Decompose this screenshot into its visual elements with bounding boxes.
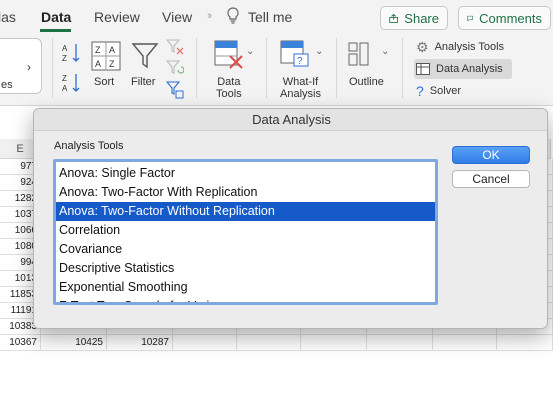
- tell-me-search[interactable]: Tell me: [248, 9, 292, 25]
- grid-cell[interactable]: [497, 335, 553, 351]
- share-label: Share: [404, 10, 439, 26]
- svg-text:Z: Z: [109, 59, 115, 69]
- grid-cell[interactable]: 10425: [41, 335, 107, 351]
- analysis-tool-option[interactable]: Anova: Two-Factor With Replication: [56, 183, 435, 202]
- ribbon-tab-bar: las Data Review View ›› Tell me Share Co…: [0, 0, 553, 34]
- divider: [402, 38, 403, 98]
- analysis-tool-option[interactable]: Descriptive Statistics: [56, 259, 435, 278]
- tab-formulas[interactable]: las: [0, 9, 16, 25]
- solver-button[interactable]: ? Solver: [414, 81, 514, 101]
- what-if-dropdown-icon[interactable]: ⌄: [315, 46, 323, 58]
- active-tab-indicator: [40, 29, 71, 32]
- tab-view[interactable]: View: [162, 9, 192, 25]
- analysis-tool-option[interactable]: Covariance: [56, 240, 435, 259]
- data-tools-label[interactable]: Data Tools: [216, 76, 242, 100]
- data-tools-dropdown-icon[interactable]: ⌄: [246, 46, 254, 58]
- analysis-tools-button[interactable]: ⚙ Analysis Tools: [414, 37, 514, 57]
- data-tools-icon[interactable]: [214, 40, 246, 70]
- data-analysis-label: Data Analysis: [436, 63, 503, 75]
- grid-cell[interactable]: 10287: [107, 335, 173, 351]
- svg-text:?: ?: [297, 56, 303, 67]
- svg-text:A: A: [62, 44, 68, 53]
- sort-icon[interactable]: Z A A Z: [91, 41, 121, 71]
- grid-cell[interactable]: [367, 335, 433, 351]
- what-if-label[interactable]: What-If Analysis: [280, 76, 321, 100]
- svg-text:Z: Z: [62, 74, 67, 83]
- clear-filter-icon[interactable]: [166, 39, 184, 55]
- tab-data[interactable]: Data: [41, 9, 71, 25]
- lightbulb-icon: [227, 7, 239, 24]
- svg-text:A: A: [95, 59, 101, 69]
- sort-label[interactable]: Sort: [94, 76, 114, 88]
- dialog-title: Data Analysis: [34, 109, 547, 131]
- ok-button[interactable]: OK: [452, 146, 530, 164]
- outline-dropdown-icon[interactable]: ⌄: [381, 46, 389, 58]
- solver-icon: ?: [416, 83, 424, 99]
- sort-z-to-a-icon[interactable]: Z A: [62, 72, 82, 94]
- share-button[interactable]: Share: [380, 6, 448, 30]
- analysis-tool-option[interactable]: Anova: Single Factor: [56, 164, 435, 183]
- data-analysis-dialog: Data Analysis Analysis Tools Anova: Sing…: [33, 108, 548, 329]
- solver-label: Solver: [429, 85, 461, 97]
- grid-cell[interactable]: [301, 335, 367, 351]
- divider: [52, 38, 53, 98]
- analysis-tools-label: Analysis Tools: [434, 41, 505, 53]
- analysis-tool-option[interactable]: Anova: Two-Factor Without Replication: [56, 202, 435, 221]
- cell-e[interactable]: 10367: [0, 335, 41, 351]
- outline-label[interactable]: Outline: [349, 76, 384, 88]
- queries-button[interactable]: es ›: [0, 38, 42, 94]
- comments-label: Comments: [479, 10, 542, 26]
- queries-chevron-icon: ›: [27, 60, 31, 74]
- gear-icon: ⚙: [416, 39, 429, 55]
- share-icon: [389, 13, 399, 23]
- svg-text:Z: Z: [95, 45, 101, 55]
- cancel-button[interactable]: Cancel: [452, 170, 530, 188]
- excel-window: las Data Review View ›› Tell me Share Co…: [0, 0, 553, 407]
- overflow-chevron-icon[interactable]: ››: [207, 10, 213, 22]
- svg-text:A: A: [109, 45, 115, 55]
- grid-cell[interactable]: [173, 335, 237, 351]
- data-analysis-button[interactable]: Data Analysis: [414, 59, 512, 79]
- grid-cell[interactable]: [433, 335, 497, 351]
- filter-label[interactable]: Filter: [131, 76, 155, 88]
- ribbon-data-tab: es › A Z Z A Z A A Z Sort Filter ⌄ Data …: [0, 34, 553, 106]
- outline-icon[interactable]: [348, 42, 378, 68]
- data-analysis-icon: [416, 63, 430, 75]
- comments-button[interactable]: Comments: [458, 6, 551, 30]
- svg-text:A: A: [62, 84, 68, 93]
- analysis-tool-option[interactable]: F-Test Two-Sample for Variances: [56, 297, 435, 302]
- divider: [266, 38, 267, 98]
- reapply-filter-icon[interactable]: [166, 60, 184, 76]
- comment-icon: [467, 15, 473, 22]
- grid-cell[interactable]: [237, 335, 301, 351]
- analysis-tool-option[interactable]: Exponential Smoothing: [56, 278, 435, 297]
- analysis-tool-option[interactable]: Correlation: [56, 221, 435, 240]
- what-if-analysis-icon[interactable]: ?: [280, 40, 314, 70]
- analysis-tools-listbox[interactable]: Anova: Single Factor Anova: Two-Factor Wi…: [53, 159, 438, 305]
- svg-text:Z: Z: [62, 54, 67, 63]
- advanced-filter-icon[interactable]: [166, 81, 184, 99]
- tab-review[interactable]: Review: [94, 9, 140, 25]
- sort-a-to-z-icon[interactable]: A Z: [62, 42, 82, 64]
- queries-label: es: [1, 79, 13, 91]
- divider: [196, 38, 197, 98]
- divider: [336, 38, 337, 98]
- filter-icon[interactable]: [131, 42, 159, 70]
- analysis-tools-list-label: Analysis Tools: [54, 140, 124, 152]
